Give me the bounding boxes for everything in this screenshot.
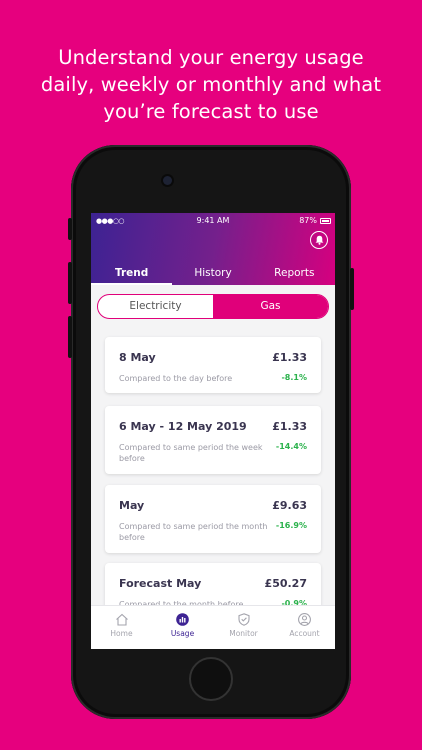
nav-account[interactable]: Account bbox=[274, 606, 335, 649]
card-change: -14.4% bbox=[275, 442, 307, 451]
usage-icon bbox=[176, 613, 189, 626]
usage-card-month[interactable]: May £9.63 Compared to same period the mo… bbox=[105, 485, 321, 553]
card-amount: £1.33 bbox=[272, 351, 307, 364]
phone-mute-switch bbox=[68, 218, 72, 240]
card-change: -16.9% bbox=[275, 521, 307, 530]
card-title: 6 May - 12 May 2019 bbox=[119, 420, 247, 433]
shield-icon bbox=[237, 613, 250, 626]
home-icon bbox=[115, 613, 128, 626]
headline-line-3: you’re forecast to use bbox=[103, 100, 319, 123]
fuel-toggle: Electricity Gas bbox=[97, 294, 329, 319]
headline-line-2: daily, weekly or monthly and what bbox=[40, 73, 382, 96]
app-header: ●●●○○ 9:41 AM 87% Trend History Reports bbox=[91, 213, 335, 285]
card-amount: £50.27 bbox=[264, 577, 307, 590]
card-change: -8.1% bbox=[281, 373, 307, 382]
phone-volume-up bbox=[68, 262, 72, 304]
card-title: 8 May bbox=[119, 351, 156, 364]
card-amount: £1.33 bbox=[272, 420, 307, 433]
nav-monitor-label: Monitor bbox=[229, 629, 258, 638]
card-title: Forecast May bbox=[119, 577, 202, 590]
tab-reports[interactable]: Reports bbox=[254, 265, 335, 285]
phone-home-button bbox=[189, 657, 233, 701]
tab-trend[interactable]: Trend bbox=[91, 265, 173, 285]
usage-card-week[interactable]: 6 May - 12 May 2019 £1.33 Compared to sa… bbox=[105, 406, 321, 474]
nav-home-label: Home bbox=[110, 629, 133, 638]
gas-option[interactable]: Gas bbox=[213, 295, 328, 318]
nav-home[interactable]: Home bbox=[91, 606, 152, 649]
card-title: May bbox=[119, 499, 145, 512]
front-camera bbox=[163, 176, 172, 185]
promo-headline: Understand your energy usage daily, week… bbox=[0, 44, 422, 125]
phone-volume-down bbox=[68, 316, 72, 358]
tab-history[interactable]: History bbox=[172, 265, 253, 285]
bell-icon[interactable] bbox=[310, 231, 328, 249]
account-icon bbox=[298, 613, 311, 626]
usage-card-day[interactable]: 8 May £1.33 Compared to the day before -… bbox=[105, 337, 321, 393]
electricity-option[interactable]: Electricity bbox=[98, 295, 213, 318]
battery-percentage: 87% bbox=[299, 216, 317, 225]
bottom-nav: Home Usage Monitor Account bbox=[91, 605, 335, 649]
status-bar: ●●●○○ 9:41 AM 87% bbox=[91, 213, 335, 229]
nav-usage-label: Usage bbox=[170, 629, 195, 638]
card-amount: £9.63 bbox=[272, 499, 307, 512]
phone-power-button bbox=[350, 268, 354, 310]
card-comparison: Compared to same period the week before bbox=[119, 443, 263, 463]
view-tabs: Trend History Reports bbox=[91, 265, 335, 285]
nav-account-label: Account bbox=[289, 629, 320, 638]
nav-monitor[interactable]: Monitor bbox=[213, 606, 274, 649]
app-screen: ●●●○○ 9:41 AM 87% Trend History Reports … bbox=[91, 213, 335, 649]
card-comparison: Compared to same period the month before bbox=[119, 522, 268, 542]
card-comparison: Compared to the day before bbox=[119, 374, 233, 383]
headline-line-1: Understand your energy usage bbox=[58, 46, 364, 69]
nav-usage[interactable]: Usage bbox=[152, 606, 213, 649]
battery-icon bbox=[320, 218, 331, 224]
